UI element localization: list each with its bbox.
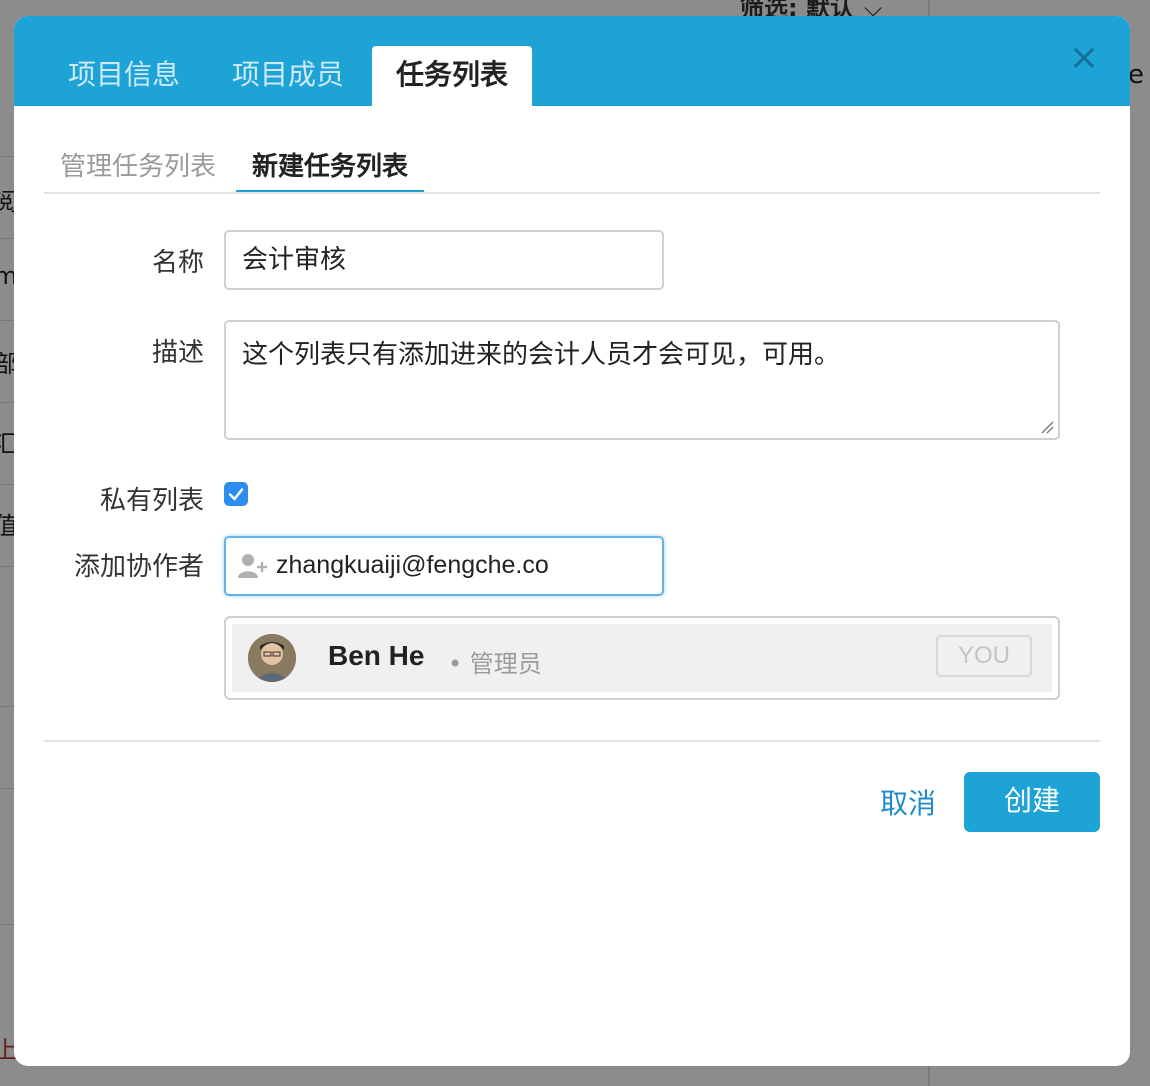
name-label: 名称 <box>151 248 204 278</box>
member-name: Ben He <box>328 640 425 671</box>
add-collaborator-input[interactable]: zhangkuaiji@fengche.co <box>224 536 664 596</box>
tab-project-members[interactable]: 项目成员 <box>218 46 358 106</box>
description-textarea[interactable]: 这个列表只有添加进来的会计人员才会可见，可用。 <box>224 320 1060 440</box>
name-input[interactable]: 会计审核 <box>224 230 664 290</box>
avatar <box>248 634 296 682</box>
add-collaborator-label: 添加协作者 <box>73 552 204 582</box>
private-list-checkbox[interactable] <box>224 482 248 506</box>
description-text: 这个列表只有添加进来的会计人员才会可见，可用。 <box>242 340 841 370</box>
close-icon[interactable]: × <box>1068 40 1100 76</box>
collaborator-email-value: zhangkuaiji@fengche.co <box>276 551 549 579</box>
tab-manage-task-lists[interactable]: 管理任务列表 <box>60 146 216 190</box>
add-user-icon <box>238 554 267 578</box>
tab-task-lists[interactable]: 任务列表 <box>372 46 532 106</box>
tab-new-task-list[interactable]: 新建任务列表 <box>236 146 425 192</box>
create-button[interactable]: 创建 <box>964 772 1100 832</box>
project-settings-modal: 项目信息 项目成员 任务列表 × 管理任务列表 新建任务列表 名称 会计审核 描… <box>14 16 1130 1066</box>
collaborator-list: Ben He • 管理员 YOU <box>224 616 1060 700</box>
description-label: 描述 <box>151 338 204 368</box>
checkmark-icon <box>228 488 244 501</box>
sub-tabs: 管理任务列表 新建任务列表 <box>44 134 1100 194</box>
footer-divider <box>44 740 1100 742</box>
tab-project-info[interactable]: 项目信息 <box>54 46 194 106</box>
avatar-image <box>248 634 296 682</box>
modal-header: 项目信息 项目成员 任务列表 × <box>14 16 1130 106</box>
cancel-button[interactable]: 取消 <box>880 782 936 822</box>
private-list-label: 私有列表 <box>99 486 204 516</box>
you-badge: YOU <box>936 635 1032 677</box>
member-role: • 管理员 <box>448 650 542 678</box>
resize-handle-icon[interactable] <box>1040 420 1054 434</box>
list-item: Ben He • 管理员 YOU <box>232 624 1052 692</box>
